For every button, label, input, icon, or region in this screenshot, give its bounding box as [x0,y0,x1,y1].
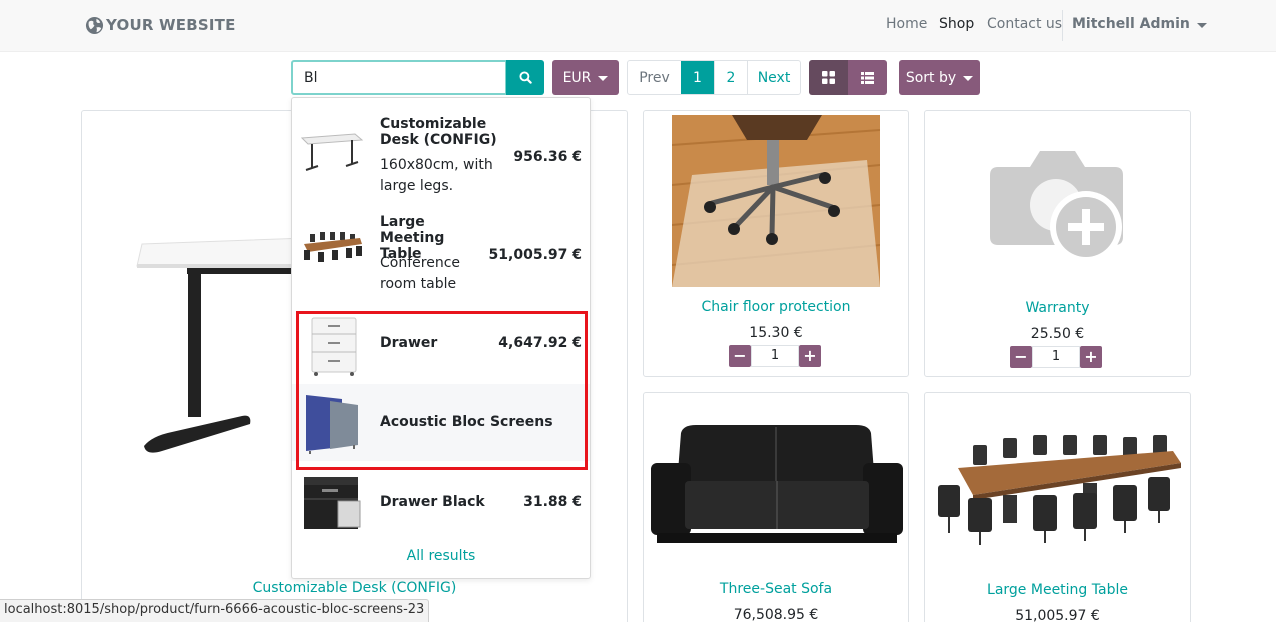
product-name[interactable]: Chair floor protection [644,299,908,315]
user-name: Mitchell Admin [1072,16,1190,32]
product-price: 76,508.95 € [733,607,819,622]
suggestion-price: 31.88 € [523,494,582,510]
suggestion-thumbnail-meeting-table [304,232,362,262]
user-menu[interactable]: Mitchell Admin [1072,16,1207,32]
chevron-down-icon [963,76,974,81]
list-icon [861,71,874,84]
product-card[interactable]: Three-Seat Sofa 76,508.95 € [643,392,909,622]
search-button[interactable] [506,60,544,95]
chevron-down-icon [1196,22,1207,28]
all-results-link[interactable]: All results [292,548,590,564]
nav-divider [1062,10,1063,41]
product-price: 15.30 € [749,325,803,341]
pager-page-1[interactable]: 1 [681,61,714,94]
suggestion-name: Drawer Black [380,494,485,510]
quantity-input[interactable]: 1 [751,345,799,367]
top-navbar: YOUR WEBSITE Home Shop Contact us Mitche… [0,0,1276,52]
plus-icon[interactable]: + [799,345,821,367]
product-image-meeting-table [938,435,1181,545]
suggestion-thumbnail-desk [300,133,364,171]
grid-icon [822,71,835,84]
nav-home[interactable]: Home [886,16,927,32]
quantity-stepper: − 1 + [729,345,821,367]
suggestion-thumbnail-drawer-black [304,477,361,529]
pager-prev[interactable]: Prev [628,61,681,94]
brand-logo[interactable]: YOUR WEBSITE [85,15,236,35]
product-name[interactable]: Three-Seat Sofa [644,581,908,597]
chevron-down-icon [598,76,609,81]
currency-selector[interactable]: EUR [552,60,619,95]
nav-contact-us[interactable]: Contact us [987,16,1062,32]
suggestion-name: Customizable Desk (CONFIG) [380,116,497,148]
nav-shop[interactable]: Shop [939,16,974,32]
plus-icon[interactable]: + [1080,346,1102,368]
product-price: 25.50 € [1030,326,1085,342]
list-view-button[interactable] [848,60,887,95]
product-card[interactable]: Chair floor protection 15.30 € − 1 + [643,110,909,377]
suggestion-item[interactable]: Large Meeting Table Conference room tabl… [292,204,590,294]
product-name[interactable]: Large Meeting Table [925,582,1190,598]
product-price: 51,005.97 € [1015,608,1100,622]
suggestion-item[interactable]: Customizable Desk (CONFIG) 160x80cm, wit… [292,106,590,196]
pager-page-2[interactable]: 2 [714,61,747,94]
product-name[interactable]: Warranty [925,300,1190,316]
globe-icon [85,16,104,34]
sort-by-button[interactable]: Sort by [899,60,980,95]
pager: Prev 1 2 Next [627,60,801,95]
suggestion-price: 51,005.97 € [488,247,582,263]
minus-icon[interactable]: − [1010,346,1032,368]
suggestion-description: 160x80cm, with large legs. [380,157,493,194]
suggestion-price: 956.36 € [513,149,582,165]
suggestion-description: Conference room table [380,255,461,292]
product-image-sofa [651,425,903,543]
product-name[interactable]: Customizable Desk (CONFIG) [82,580,627,596]
product-image-chair-floor-protection [672,115,880,287]
product-card[interactable]: Large Meeting Table 51,005.97 € [924,392,1191,622]
view-toggle [809,60,887,95]
brand-name: YOUR WEBSITE [106,16,236,34]
sort-label: Sort by [905,69,957,86]
pager-next[interactable]: Next [747,61,800,94]
search-input[interactable] [291,60,507,95]
suggestion-item[interactable]: Drawer Black 31.88 € [292,470,590,536]
quantity-stepper: − 1 + [1010,346,1102,368]
quantity-input[interactable]: 1 [1032,346,1080,368]
highlight-annotation-box [296,311,588,470]
browser-status-bar-url: localhost:8015/shop/product/furn-6666-ac… [0,599,430,622]
currency-label: EUR [562,69,592,86]
search-icon [518,71,532,84]
grid-view-button[interactable] [809,60,848,95]
camera-placeholder-icon [990,151,1123,263]
minus-icon[interactable]: − [729,345,751,367]
product-card[interactable]: Warranty 25.50 € − 1 + [924,110,1191,377]
